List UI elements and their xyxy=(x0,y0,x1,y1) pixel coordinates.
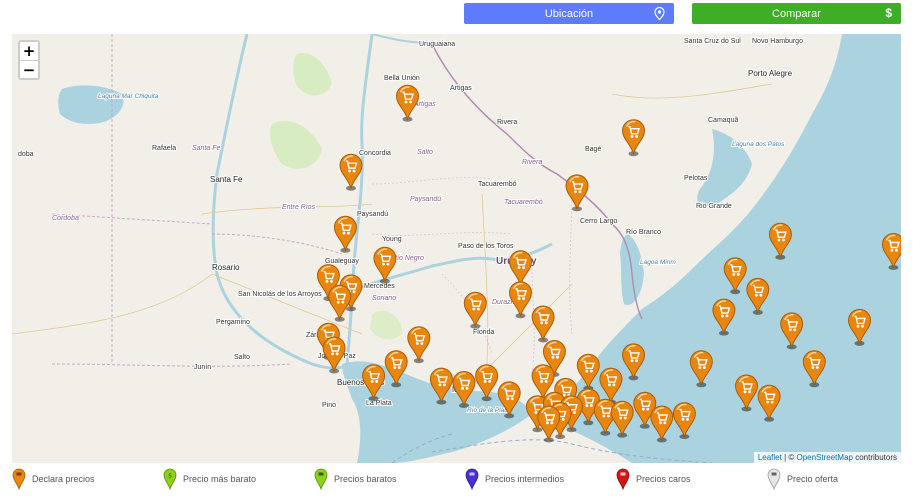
store-marker[interactable] xyxy=(802,350,826,388)
attribution: Leaflet | © OpenStreetMap contributors xyxy=(753,452,901,463)
store-marker[interactable] xyxy=(621,343,646,381)
dollar-icon: $ xyxy=(885,6,892,20)
marker-white-icon xyxy=(767,468,781,490)
map-marker-icon xyxy=(654,6,665,23)
legend-item-oferta: Precio oferta xyxy=(767,468,838,490)
store-marker[interactable] xyxy=(362,364,386,402)
legend-label: Precio más barato xyxy=(183,474,257,484)
osm-link[interactable]: OpenStreetMap xyxy=(796,453,852,462)
store-marker[interactable] xyxy=(407,326,431,364)
attribution-contributors: contributors xyxy=(852,453,897,462)
store-marker[interactable] xyxy=(723,257,747,295)
marker-orange-icon xyxy=(12,468,26,490)
marker-lime-dollar-icon: $ xyxy=(163,468,177,490)
zoom-in-button[interactable]: + xyxy=(20,42,38,60)
legend-item-intermedios: Precios intermedios xyxy=(465,468,564,490)
zoom-out-button[interactable]: − xyxy=(20,60,38,79)
store-marker[interactable] xyxy=(475,364,499,402)
store-marker[interactable] xyxy=(768,222,792,260)
store-marker[interactable] xyxy=(672,402,696,440)
legend-label: Precios caros xyxy=(636,474,691,484)
store-marker[interactable] xyxy=(712,298,736,336)
store-marker[interactable] xyxy=(689,350,713,388)
svg-text:$: $ xyxy=(168,473,172,480)
store-marker[interactable] xyxy=(734,374,759,412)
store-marker[interactable] xyxy=(780,312,804,350)
store-marker[interactable] xyxy=(650,405,674,443)
store-marker[interactable] xyxy=(452,371,476,409)
attribution-separator: | © xyxy=(781,453,797,462)
store-marker[interactable] xyxy=(395,84,420,122)
toolbar: Ubicación Comparar $ xyxy=(0,0,915,32)
legend-item-baratos: Precios baratos xyxy=(314,468,397,490)
compare-button-label: Comparar xyxy=(772,7,821,20)
store-marker[interactable] xyxy=(339,153,363,191)
legend-item-mas-barato: $ Precio más barato xyxy=(163,468,256,490)
store-marker[interactable] xyxy=(373,246,397,284)
legend-label: Precios intermedios xyxy=(485,474,565,484)
map[interactable]: Uruguaiana Santa Cruz do Sul Novo Hamburgo… xyxy=(12,34,901,463)
store-marker[interactable] xyxy=(746,277,770,315)
legend-label: Precio oferta xyxy=(787,474,839,484)
store-marker[interactable] xyxy=(508,281,533,319)
store-marker[interactable] xyxy=(621,119,646,157)
store-marker[interactable] xyxy=(565,174,589,212)
compare-button[interactable]: Comparar $ xyxy=(692,3,901,24)
legend: Declara precios $ Precio más barato Prec… xyxy=(0,465,915,500)
zoom-control: + − xyxy=(18,40,40,80)
marker-red-icon xyxy=(616,468,630,490)
legend-item-caros: Precios caros xyxy=(616,468,691,490)
store-marker[interactable] xyxy=(463,291,487,329)
store-marker[interactable] xyxy=(847,308,872,346)
store-marker[interactable] xyxy=(757,384,781,422)
store-marker[interactable] xyxy=(328,284,352,322)
location-button-label: Ubicación xyxy=(544,7,594,20)
marker-lime-icon xyxy=(314,468,328,490)
legend-item-declara: Declara precios xyxy=(12,468,95,490)
store-marker[interactable] xyxy=(610,400,634,438)
store-marker[interactable] xyxy=(531,305,555,343)
legend-label: Precios baratos xyxy=(334,474,397,484)
marker-blue-icon xyxy=(465,468,479,490)
store-marker[interactable] xyxy=(497,381,521,419)
leaflet-link[interactable]: Leaflet xyxy=(758,453,782,462)
location-button[interactable]: Ubicación xyxy=(464,3,674,24)
marker-layer xyxy=(316,84,901,443)
store-marker[interactable] xyxy=(576,353,600,391)
store-marker[interactable] xyxy=(333,215,357,253)
store-marker[interactable] xyxy=(322,336,346,374)
store-marker[interactable] xyxy=(384,350,408,388)
store-marker[interactable] xyxy=(429,367,453,405)
store-marker[interactable] xyxy=(881,233,901,271)
legend-label: Declara precios xyxy=(32,474,95,484)
